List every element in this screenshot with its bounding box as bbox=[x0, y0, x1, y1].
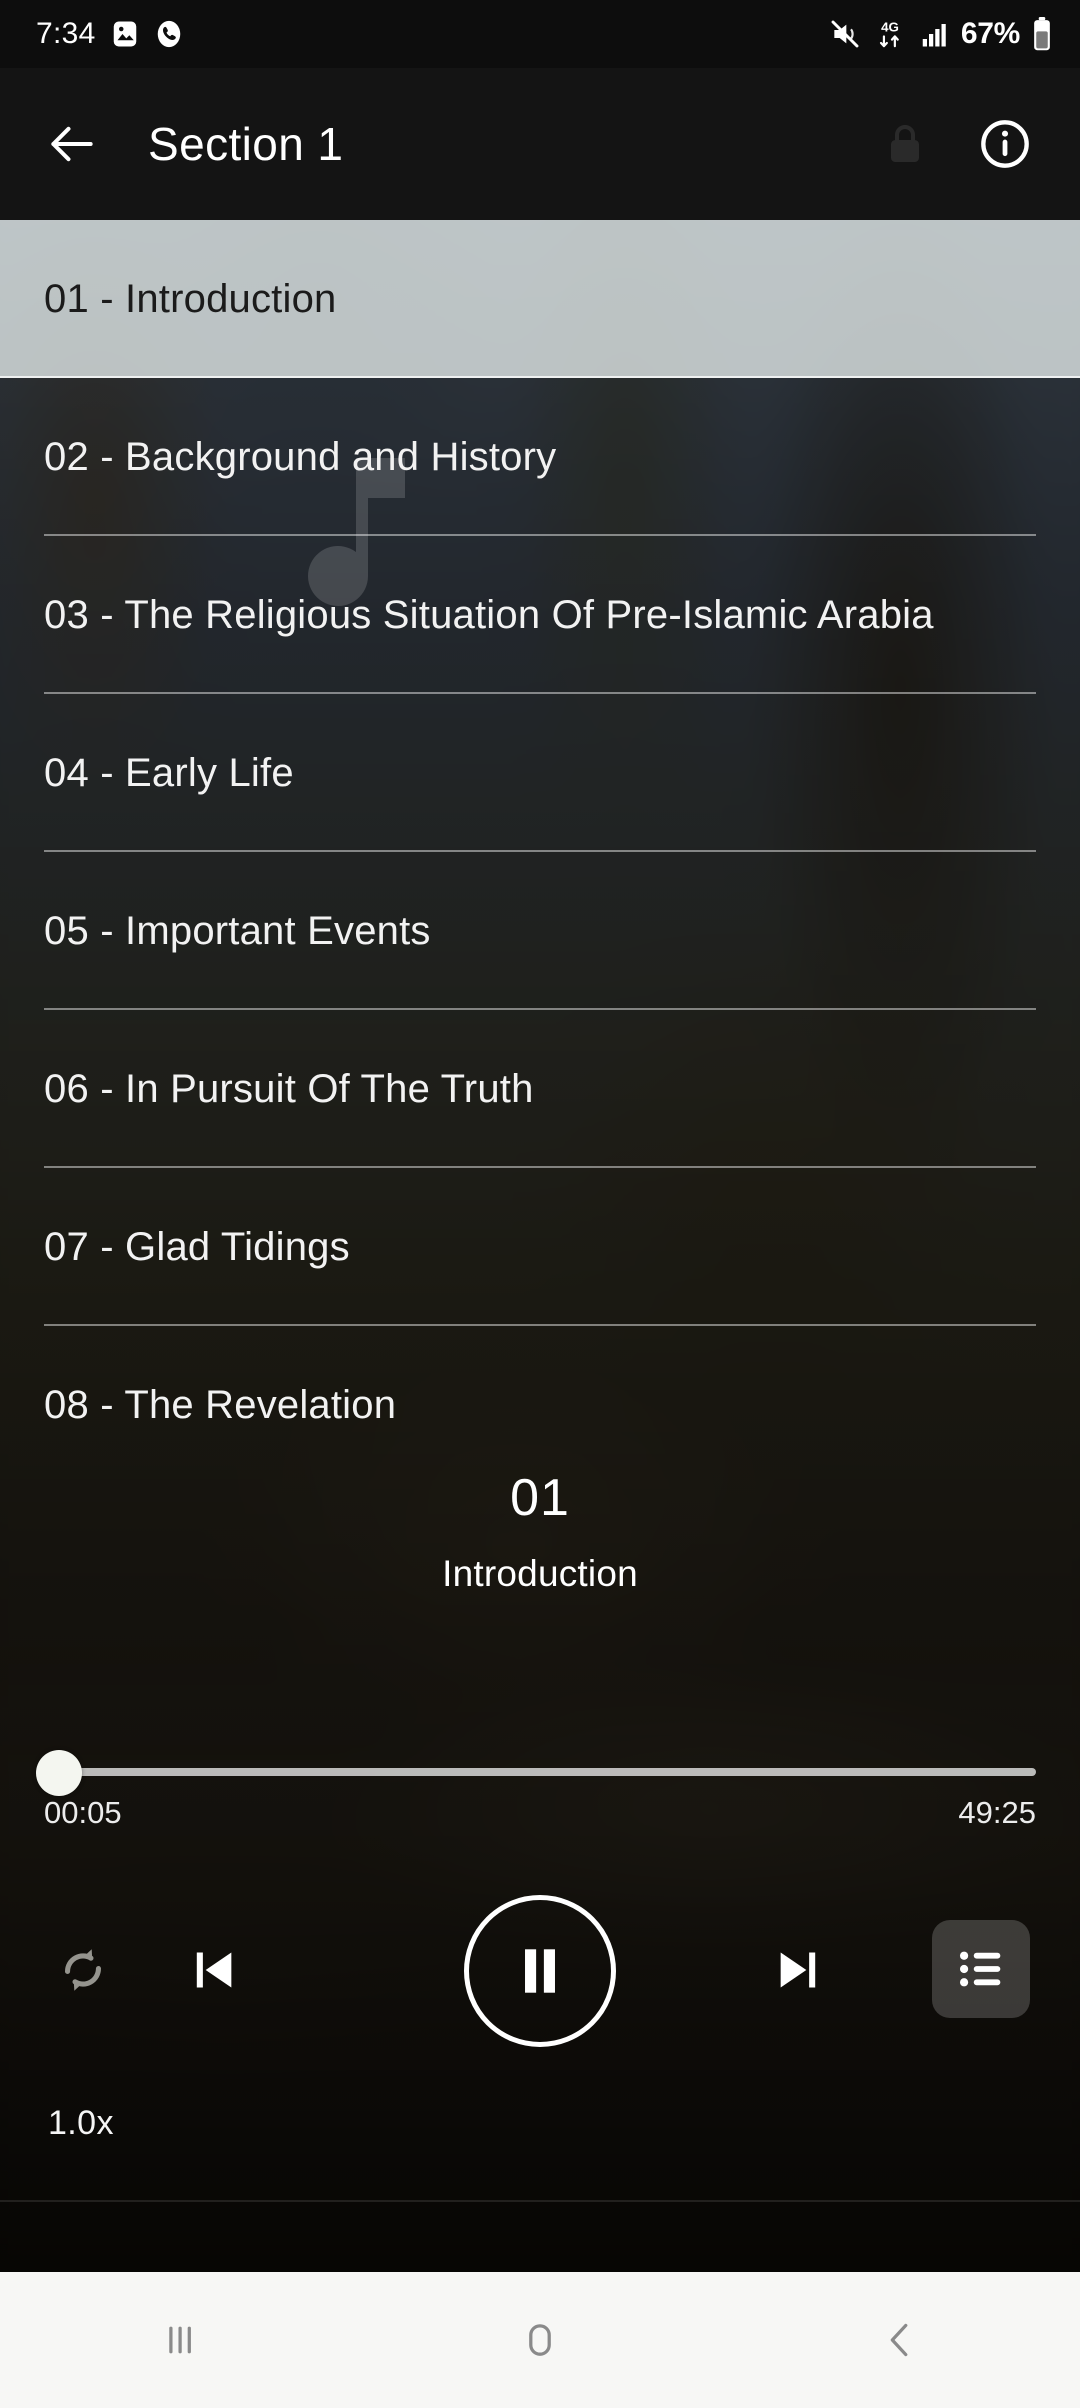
player-controls bbox=[0, 1895, 1080, 2047]
battery-percent-label: 67% bbox=[960, 17, 1020, 50]
mute-icon bbox=[831, 20, 859, 48]
bottom-divider bbox=[0, 2200, 1080, 2202]
chapter-label: 06 - In Pursuit Of The Truth bbox=[44, 1066, 534, 1111]
home-icon bbox=[529, 2324, 551, 2356]
lock-button[interactable] bbox=[866, 105, 944, 183]
signal-bars-icon bbox=[922, 24, 946, 47]
playlist-icon bbox=[959, 1951, 1001, 1987]
status-time: 7:34 bbox=[36, 17, 96, 50]
battery-icon bbox=[1034, 17, 1050, 51]
skip-next-icon bbox=[780, 1952, 816, 1988]
chapter-row[interactable]: 01 - Introduction bbox=[0, 220, 1080, 378]
status-bar: 7:34 4G 67% bbox=[0, 0, 1080, 68]
chapter-row[interactable]: 05 - Important Events bbox=[0, 852, 1080, 1010]
chapter-row[interactable]: 08 - The Revelation bbox=[0, 1326, 1080, 1484]
chapter-label: 04 - Early Life bbox=[44, 750, 294, 795]
mobile-data-icon: 4G bbox=[879, 20, 899, 48]
chapter-label: 08 - The Revelation bbox=[44, 1382, 397, 1427]
now-playing-number: 01 bbox=[510, 1469, 570, 1527]
back-chevron-icon bbox=[890, 2323, 908, 2357]
next-track-button[interactable] bbox=[750, 1923, 844, 2017]
repeat-button[interactable] bbox=[36, 1923, 130, 2017]
android-nav-bar bbox=[0, 2272, 1080, 2408]
recents-button[interactable] bbox=[80, 2272, 280, 2408]
chapter-row[interactable]: 03 - The Religious Situation Of Pre-Isla… bbox=[0, 536, 1080, 694]
lock-icon bbox=[891, 125, 919, 162]
seek-thumb[interactable] bbox=[35, 1750, 82, 1796]
page-title: Section 1 bbox=[148, 118, 344, 170]
skip-previous-icon bbox=[196, 1952, 232, 1988]
playlist-queue-button[interactable] bbox=[932, 1920, 1030, 2018]
elapsed-time: 00:05 bbox=[44, 1795, 122, 1830]
chapter-label: 07 - Glad Tidings bbox=[44, 1224, 350, 1269]
chapter-row[interactable]: 07 - Glad Tidings bbox=[0, 1168, 1080, 1326]
svg-text:4G: 4G bbox=[881, 20, 899, 35]
status-bar-left: 7:34 bbox=[36, 17, 184, 51]
playback-speed-button[interactable]: 1.0x bbox=[48, 2104, 114, 2143]
chapter-list: 01 - Introduction 02 - Background and Hi… bbox=[0, 220, 1080, 1484]
status-bar-right: 4G 67% bbox=[829, 17, 1052, 51]
play-pause-button[interactable] bbox=[464, 1895, 616, 2047]
recents-icon bbox=[169, 2326, 191, 2354]
repeat-icon bbox=[64, 1949, 102, 1991]
total-duration: 49:25 bbox=[958, 1795, 1036, 1830]
now-playing-title: Introduction bbox=[442, 1553, 638, 1595]
chapter-label: 03 - The Religious Situation Of Pre-Isla… bbox=[44, 592, 934, 637]
phone-call-icon bbox=[157, 20, 180, 48]
previous-track-button[interactable] bbox=[168, 1923, 262, 2017]
now-playing: 01 Introduction bbox=[0, 1469, 1080, 1595]
chapter-row[interactable]: 04 - Early Life bbox=[0, 694, 1080, 852]
chapter-label: 01 - Introduction bbox=[44, 276, 337, 321]
back-button-nav[interactable] bbox=[800, 2272, 1000, 2408]
pause-icon bbox=[525, 1949, 555, 1993]
chapter-label: 02 - Background and History bbox=[44, 434, 557, 479]
app-bar: Section 1 bbox=[0, 68, 1080, 220]
arrow-left-icon bbox=[51, 126, 93, 162]
home-button[interactable] bbox=[440, 2272, 640, 2408]
chapter-row[interactable]: 02 - Background and History bbox=[0, 378, 1080, 536]
back-button[interactable] bbox=[36, 108, 108, 180]
app-screen: 7:34 4G 67% Section 1 01 - Introduction … bbox=[0, 0, 1080, 2408]
seek-track[interactable] bbox=[44, 1768, 1036, 1776]
info-button[interactable] bbox=[966, 105, 1044, 183]
chapter-label: 05 - Important Events bbox=[44, 908, 431, 953]
info-circle-icon bbox=[981, 120, 1029, 168]
photo-icon bbox=[113, 21, 136, 47]
chapter-row[interactable]: 06 - In Pursuit Of The Truth bbox=[0, 1010, 1080, 1168]
time-labels: 00:05 49:25 bbox=[44, 1795, 1036, 1831]
